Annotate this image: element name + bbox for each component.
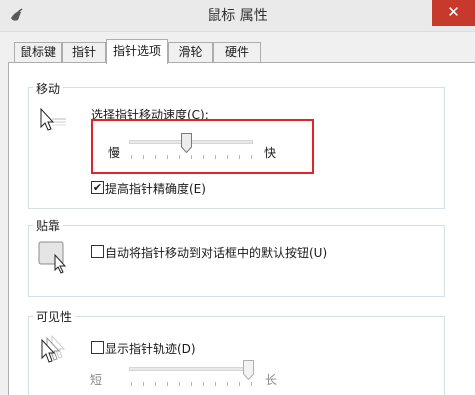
pointer-trails-icon (41, 334, 66, 363)
slider-tick (179, 382, 180, 386)
trails-label[interactable]: 显示指针轨迹(D) (105, 340, 196, 357)
tab-wheel[interactable]: 滑轮 (168, 42, 213, 63)
snap-label[interactable]: 自动将指针移动到对话框中的默认按钮(U) (105, 244, 327, 261)
slider-tick (155, 382, 156, 386)
long-label: 长 (265, 373, 278, 387)
trails-slider-thumb[interactable] (242, 360, 254, 380)
slider-tick (167, 382, 168, 386)
tab-buttons[interactable]: 鼠标键 (14, 42, 62, 63)
precision-label[interactable]: 提高指针精确度(E) (105, 180, 206, 197)
slider-tick (239, 382, 240, 386)
tab-bar: 鼠标键 指针 指针选项 滑轮 硬件 (0, 32, 475, 64)
trails-checkbox[interactable] (91, 341, 104, 354)
slider-tick (203, 382, 204, 386)
speed-highlight-box (91, 119, 314, 174)
snap-checkbox[interactable] (91, 245, 104, 258)
close-button[interactable]: ✕ (432, 0, 475, 26)
pointer-speed-icon (40, 107, 66, 131)
tab-pointer-options[interactable]: 指针选项 (106, 39, 168, 64)
tab-hardware[interactable]: 硬件 (213, 42, 261, 63)
window-title: 鼠标 属性 (207, 8, 268, 24)
short-label: 短 (90, 373, 103, 387)
slider-tick (191, 382, 192, 386)
slider-tick (131, 382, 132, 386)
slider-tick (227, 382, 228, 386)
trails-slider-track[interactable] (129, 367, 253, 371)
tab-pointers[interactable]: 指针 (62, 42, 106, 63)
motion-group-label: 移动 (33, 80, 64, 97)
snap-group-label: 贴靠 (33, 217, 64, 234)
slider-tick (143, 382, 144, 386)
slider-tick (215, 382, 216, 386)
visibility-group-label: 可见性 (33, 308, 76, 325)
precision-checkbox[interactable]: ✔ (91, 181, 104, 194)
snap-to-button-icon (38, 241, 67, 274)
snap-group (28, 225, 445, 297)
title-bar: 鼠标 属性 ✕ (0, 0, 475, 32)
slider-tick (251, 382, 252, 386)
